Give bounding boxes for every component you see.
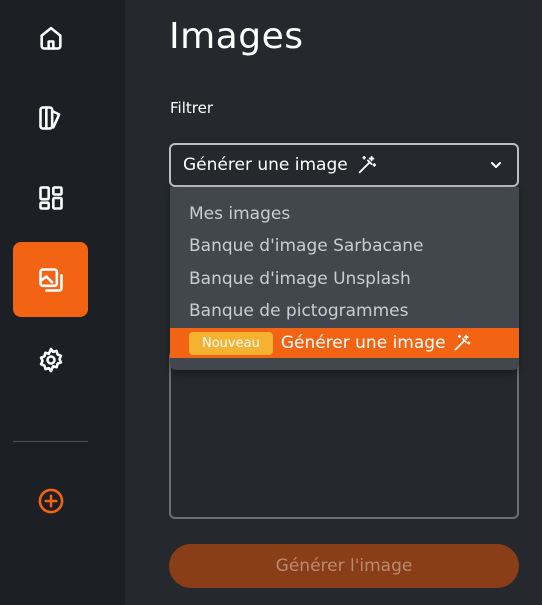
home-icon bbox=[39, 26, 62, 50]
nav-add[interactable] bbox=[13, 463, 88, 538]
option-banque-pictogrammes[interactable]: Banque de pictogrammes bbox=[189, 301, 409, 321]
filter-selected-value: Générer une image bbox=[183, 155, 348, 175]
page-title: Images bbox=[169, 16, 304, 57]
nav-home[interactable] bbox=[13, 0, 88, 75]
option-mes-images[interactable]: Mes images bbox=[189, 204, 290, 224]
editor-icon bbox=[38, 105, 60, 130]
option-generer-label: Générer une image bbox=[280, 333, 446, 353]
generate-image-button[interactable]: Générer l'image bbox=[169, 544, 519, 588]
magic-wand-icon bbox=[358, 155, 376, 174]
new-badge: Nouveau bbox=[189, 331, 273, 355]
magic-wand-icon bbox=[454, 334, 470, 351]
settings-icon bbox=[39, 347, 62, 372]
add-circle-icon bbox=[38, 488, 63, 513]
prompt-textarea[interactable] bbox=[169, 350, 519, 519]
templates-icon bbox=[38, 185, 63, 210]
main-panel: Images Filtrer Générer une image Mes ima… bbox=[125, 0, 542, 605]
filter-select[interactable]: Générer une image bbox=[169, 143, 519, 187]
chevron-down-icon bbox=[491, 162, 501, 168]
filter-dropdown: Mes images Banque d'image Sarbacane Banq… bbox=[170, 187, 519, 370]
sidebar-divider bbox=[13, 441, 88, 442]
sidebar bbox=[0, 0, 125, 605]
option-generer-image[interactable]: Nouveau Générer une image bbox=[170, 328, 519, 358]
nav-editor[interactable] bbox=[13, 80, 88, 155]
nav-templates[interactable] bbox=[13, 160, 88, 235]
filter-label: Filtrer bbox=[170, 99, 213, 117]
nav-images[interactable] bbox=[13, 242, 88, 317]
nav-settings[interactable] bbox=[13, 322, 88, 397]
option-banque-unsplash[interactable]: Banque d'image Unsplash bbox=[189, 269, 411, 289]
option-banque-sarbacane[interactable]: Banque d'image Sarbacane bbox=[189, 236, 424, 256]
images-icon bbox=[38, 267, 63, 292]
